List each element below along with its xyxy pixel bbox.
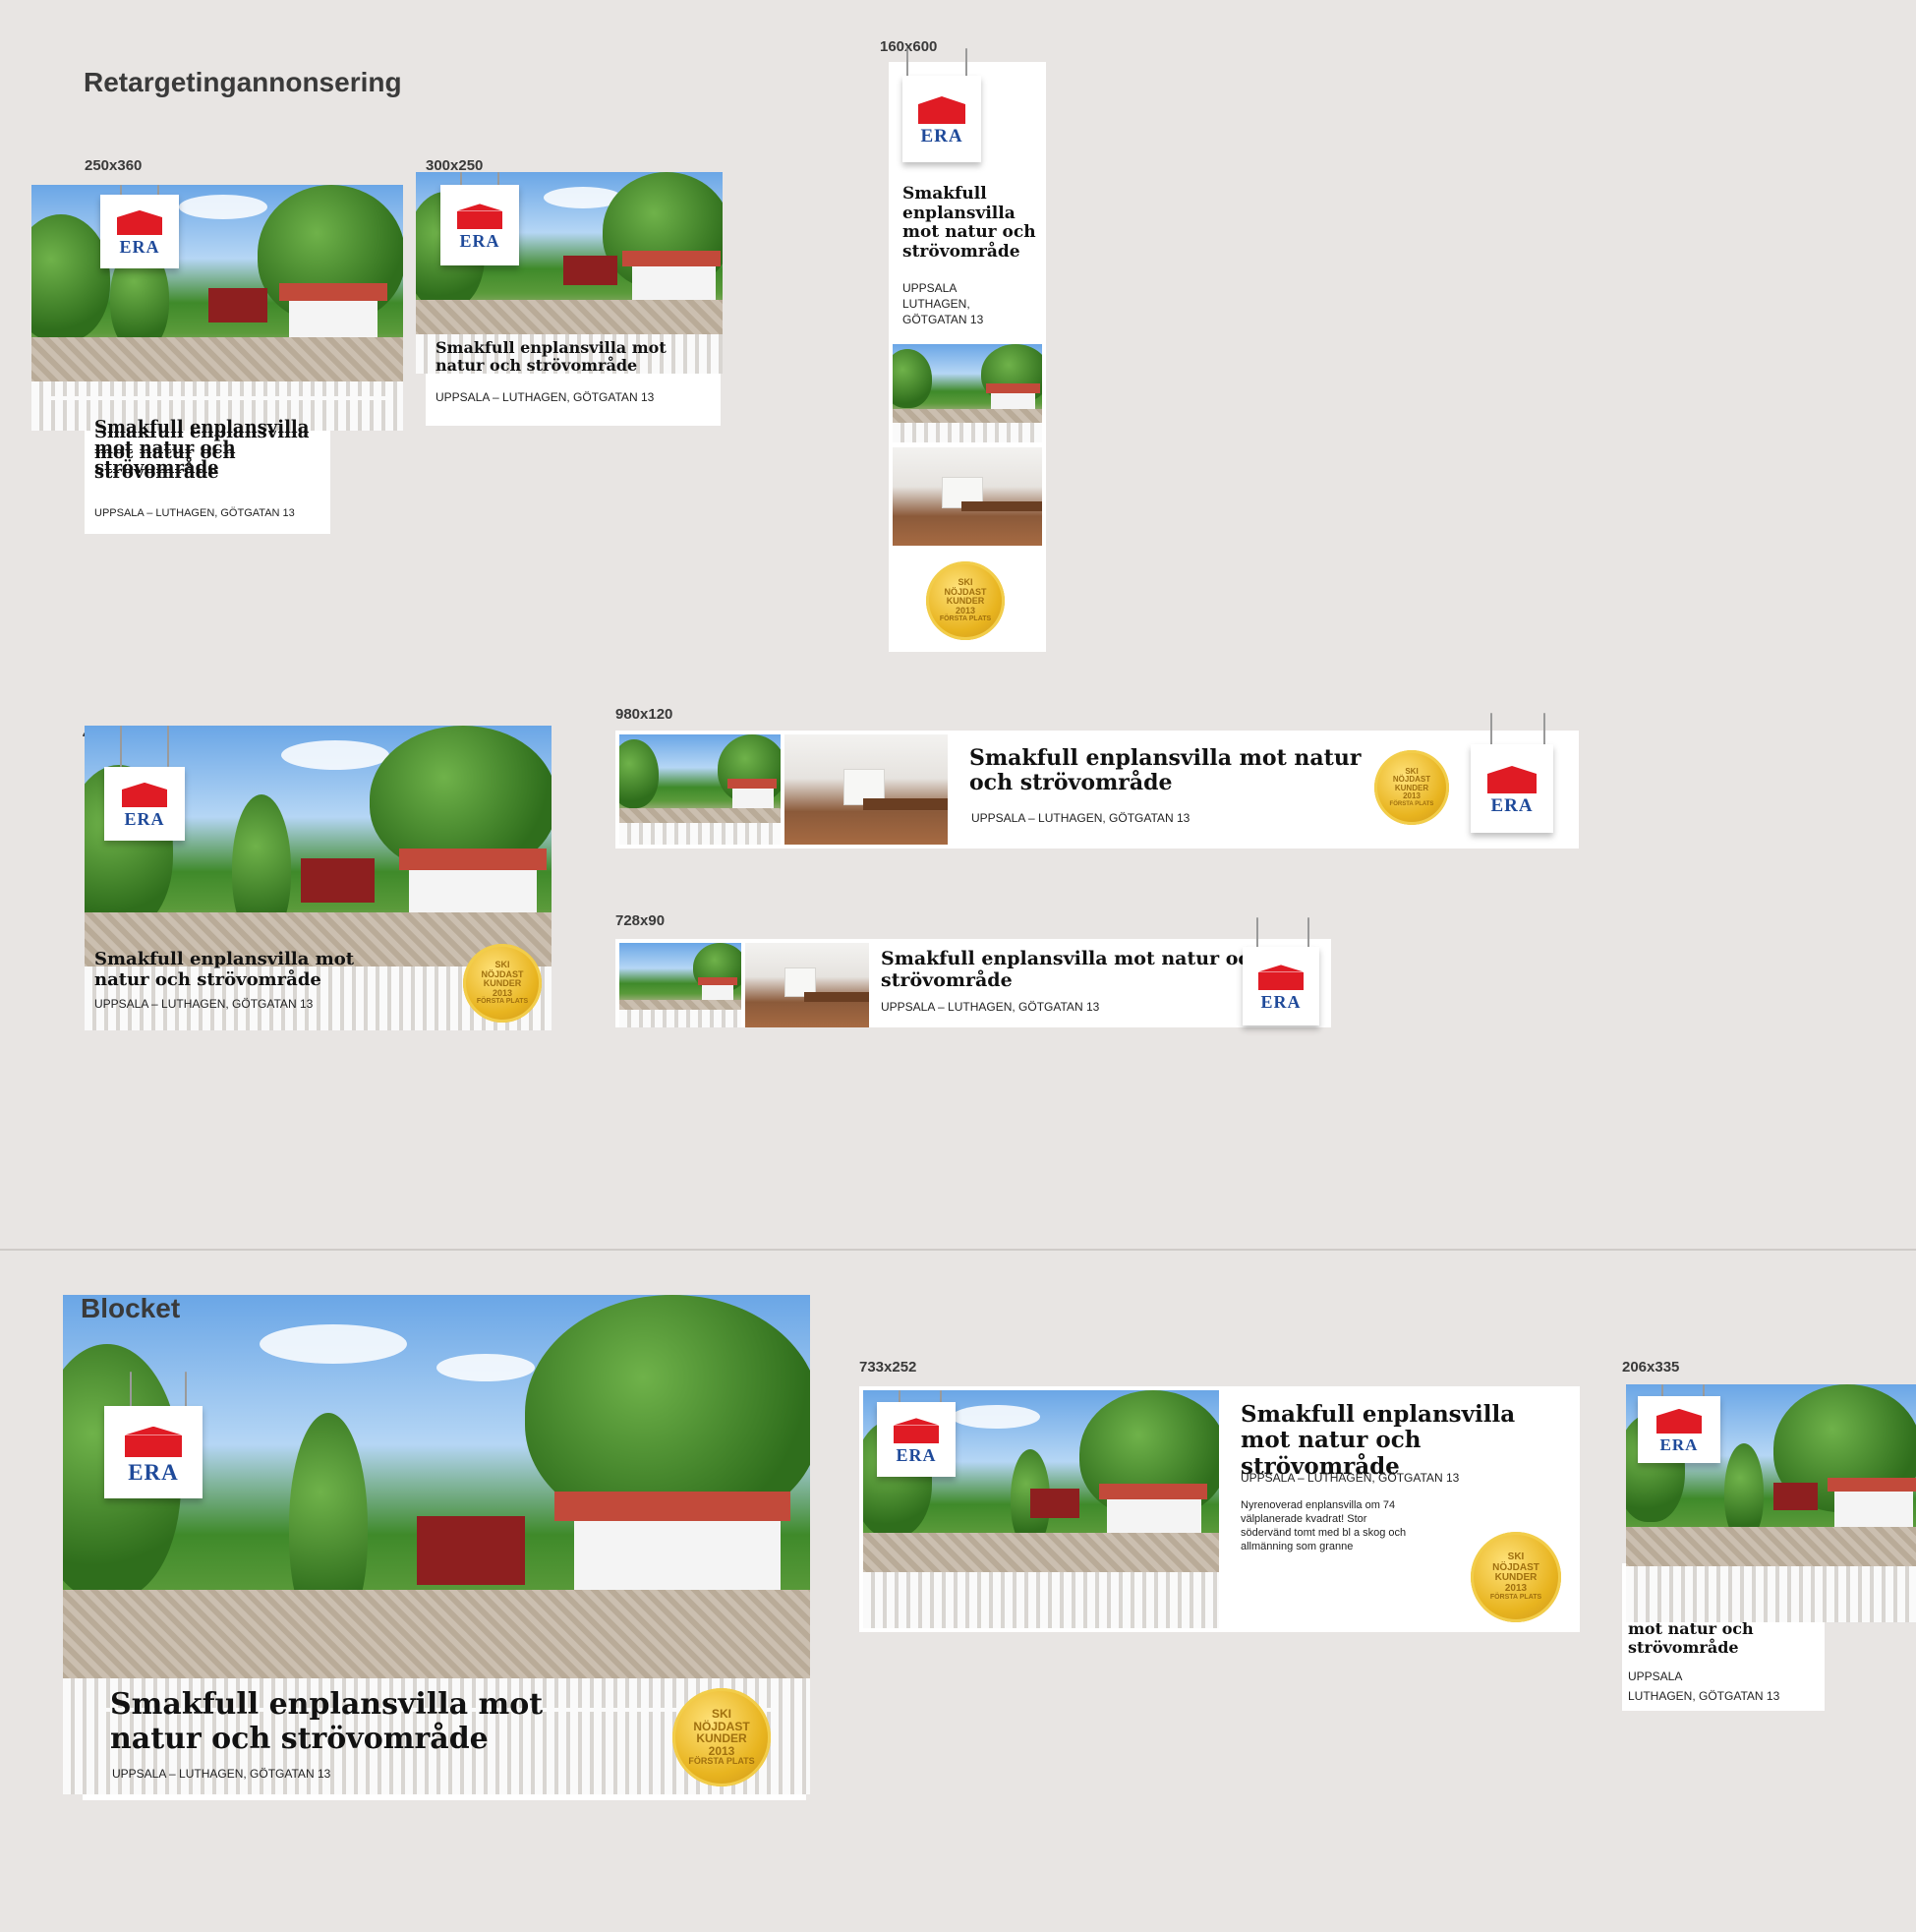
ski-award-seal: SKI NÖJDAST KUNDER 2013 FÖRSTA PLATS	[1374, 750, 1449, 825]
kitchen-photo	[745, 943, 869, 1027]
ad-headline: Smakfull enplansvilla mot natur och strö…	[969, 745, 1362, 796]
era-house-icon	[1656, 1416, 1702, 1434]
ad-headline: Smakfull enplansvilla mot natur och strö…	[110, 1687, 544, 1756]
section-title-retargeting: Retargetingannonsering	[84, 67, 402, 97]
ad-headline: Smakfull enplansvilla mot natur och strö…	[1241, 1401, 1516, 1480]
era-logo: ERA	[440, 185, 519, 265]
ski-award-seal: SKI NÖJDAST KUNDER 2013 FÖRSTA PLATS	[672, 1688, 771, 1786]
ad-733x252[interactable]: ERA Smakfull enplansvilla mot natur och …	[859, 1386, 1580, 1632]
era-logo-text: ERA	[1490, 795, 1534, 816]
era-house-icon	[457, 210, 502, 229]
era-logo: ERA	[104, 1406, 203, 1498]
era-logo: ERA	[100, 195, 179, 268]
size-label-980x120: 980x120	[615, 706, 673, 723]
house-photo	[619, 734, 781, 845]
era-logo: ERA	[877, 1402, 956, 1477]
era-logo-text: ERA	[896, 1444, 937, 1465]
era-logo-text: ERA	[1659, 1435, 1699, 1454]
era-house-icon	[122, 790, 167, 807]
ad-address: UPPSALA – LUTHAGEN, GÖTGATAN 13	[1241, 1471, 1460, 1485]
ad-address: UPPSALA – LUTHAGEN, GÖTGATAN 13	[435, 390, 655, 404]
kitchen-photo	[893, 447, 1042, 546]
ad-headline: Smakfull enplansvilla mot natur och strö…	[902, 184, 1036, 262]
house-photo	[893, 344, 1042, 442]
era-logo-text: ERA	[124, 809, 165, 829]
ad-headline: Smakfull enplansvilla mot natur och strö…	[94, 949, 355, 990]
size-label-728x90: 728x90	[615, 912, 666, 929]
ad-250x360-headline: Smakfull enplansvilla mot natur och strö…	[94, 417, 310, 479]
size-label-250x360: 250x360	[85, 157, 143, 174]
era-logo-text: ERA	[920, 126, 963, 146]
era-logo-text: ERA	[459, 230, 500, 251]
era-logo: ERA	[1471, 744, 1553, 833]
ad-blocket-large[interactable]: Smakfull enplansvilla mot natur och strö…	[63, 1295, 810, 1794]
ski-award-seal: SKI NÖJDAST KUNDER 2013 FÖRSTA PLATS	[463, 944, 542, 1023]
address-line: UPPSALA	[902, 281, 958, 295]
era-logo-text: ERA	[119, 237, 160, 257]
era-house-icon	[117, 217, 162, 235]
ad-160x600[interactable]: ERA Smakfull enplansvilla mot natur och …	[889, 48, 1046, 652]
ad-blocket-large-base	[83, 1794, 806, 1800]
section-title-blocket: Blocket	[81, 1293, 181, 1323]
ad-address-city: UPPSALA	[1628, 1669, 1683, 1683]
ad-728x90[interactable]: Smakfull enplansvilla mot natur och strö…	[615, 917, 1331, 1027]
address-line: GÖTGATAN 13	[902, 313, 984, 326]
ad-address: UPPSALA – LUTHAGEN, GÖTGATAN 13	[94, 997, 314, 1011]
era-logo: ERA	[104, 767, 185, 841]
size-label-160x600: 160x600	[880, 38, 938, 55]
ad-address: UPPSALA – LUTHAGEN, GÖTGATAN 13	[971, 811, 1190, 825]
ad-address: UPPSALA – LUTHAGEN, GÖTGATAN 13	[112, 1767, 331, 1781]
size-label-733x252: 733x252	[859, 1359, 917, 1376]
ad-address: UPPSALA – LUTHAGEN, GÖTGATAN 13	[881, 1000, 1100, 1014]
ski-award-seal: SKI NÖJDAST KUNDER 2013 FÖRSTA PLATS	[926, 561, 1005, 640]
era-house-icon	[1487, 774, 1537, 793]
kitchen-photo	[784, 734, 948, 845]
era-logo: ERA	[1243, 947, 1319, 1025]
era-house-icon	[125, 1434, 182, 1457]
ad-address-street: LUTHAGEN, GÖTGATAN 13	[1628, 1689, 1780, 1703]
house-photo	[619, 943, 741, 1027]
ski-award-seal: SKI NÖJDAST KUNDER 2013 FÖRSTA PLATS	[1471, 1532, 1561, 1622]
ad-300x250-headline: Smakfull enplansvilla mot natur och strö…	[435, 338, 667, 376]
era-house-icon	[918, 104, 965, 124]
size-label-206x335: 206x335	[1622, 1359, 1680, 1376]
ad-address: UPPSALA – LUTHAGEN, GÖTGATAN 13	[94, 507, 295, 519]
ad-description: Nyrenoverad enplansvilla om 74 välplaner…	[1241, 1499, 1407, 1552]
ad-address: UPPSALA LUTHAGEN, GÖTGATAN 13	[902, 280, 983, 327]
section-divider	[0, 1249, 1916, 1251]
era-house-icon	[1258, 971, 1304, 990]
era-logo: ERA	[1638, 1396, 1720, 1463]
era-logo: ERA	[902, 76, 981, 162]
address-line: LUTHAGEN,	[902, 297, 970, 311]
era-logo-text: ERA	[128, 1459, 179, 1485]
era-logo-text: ERA	[1260, 991, 1302, 1012]
ad-headline: Smakfull enplansvilla mot natur och strö…	[881, 948, 1263, 991]
era-house-icon	[894, 1425, 939, 1443]
house-photo	[31, 185, 403, 431]
ad-980x120[interactable]: Smakfull enplansvilla mot natur och strö…	[615, 713, 1579, 849]
